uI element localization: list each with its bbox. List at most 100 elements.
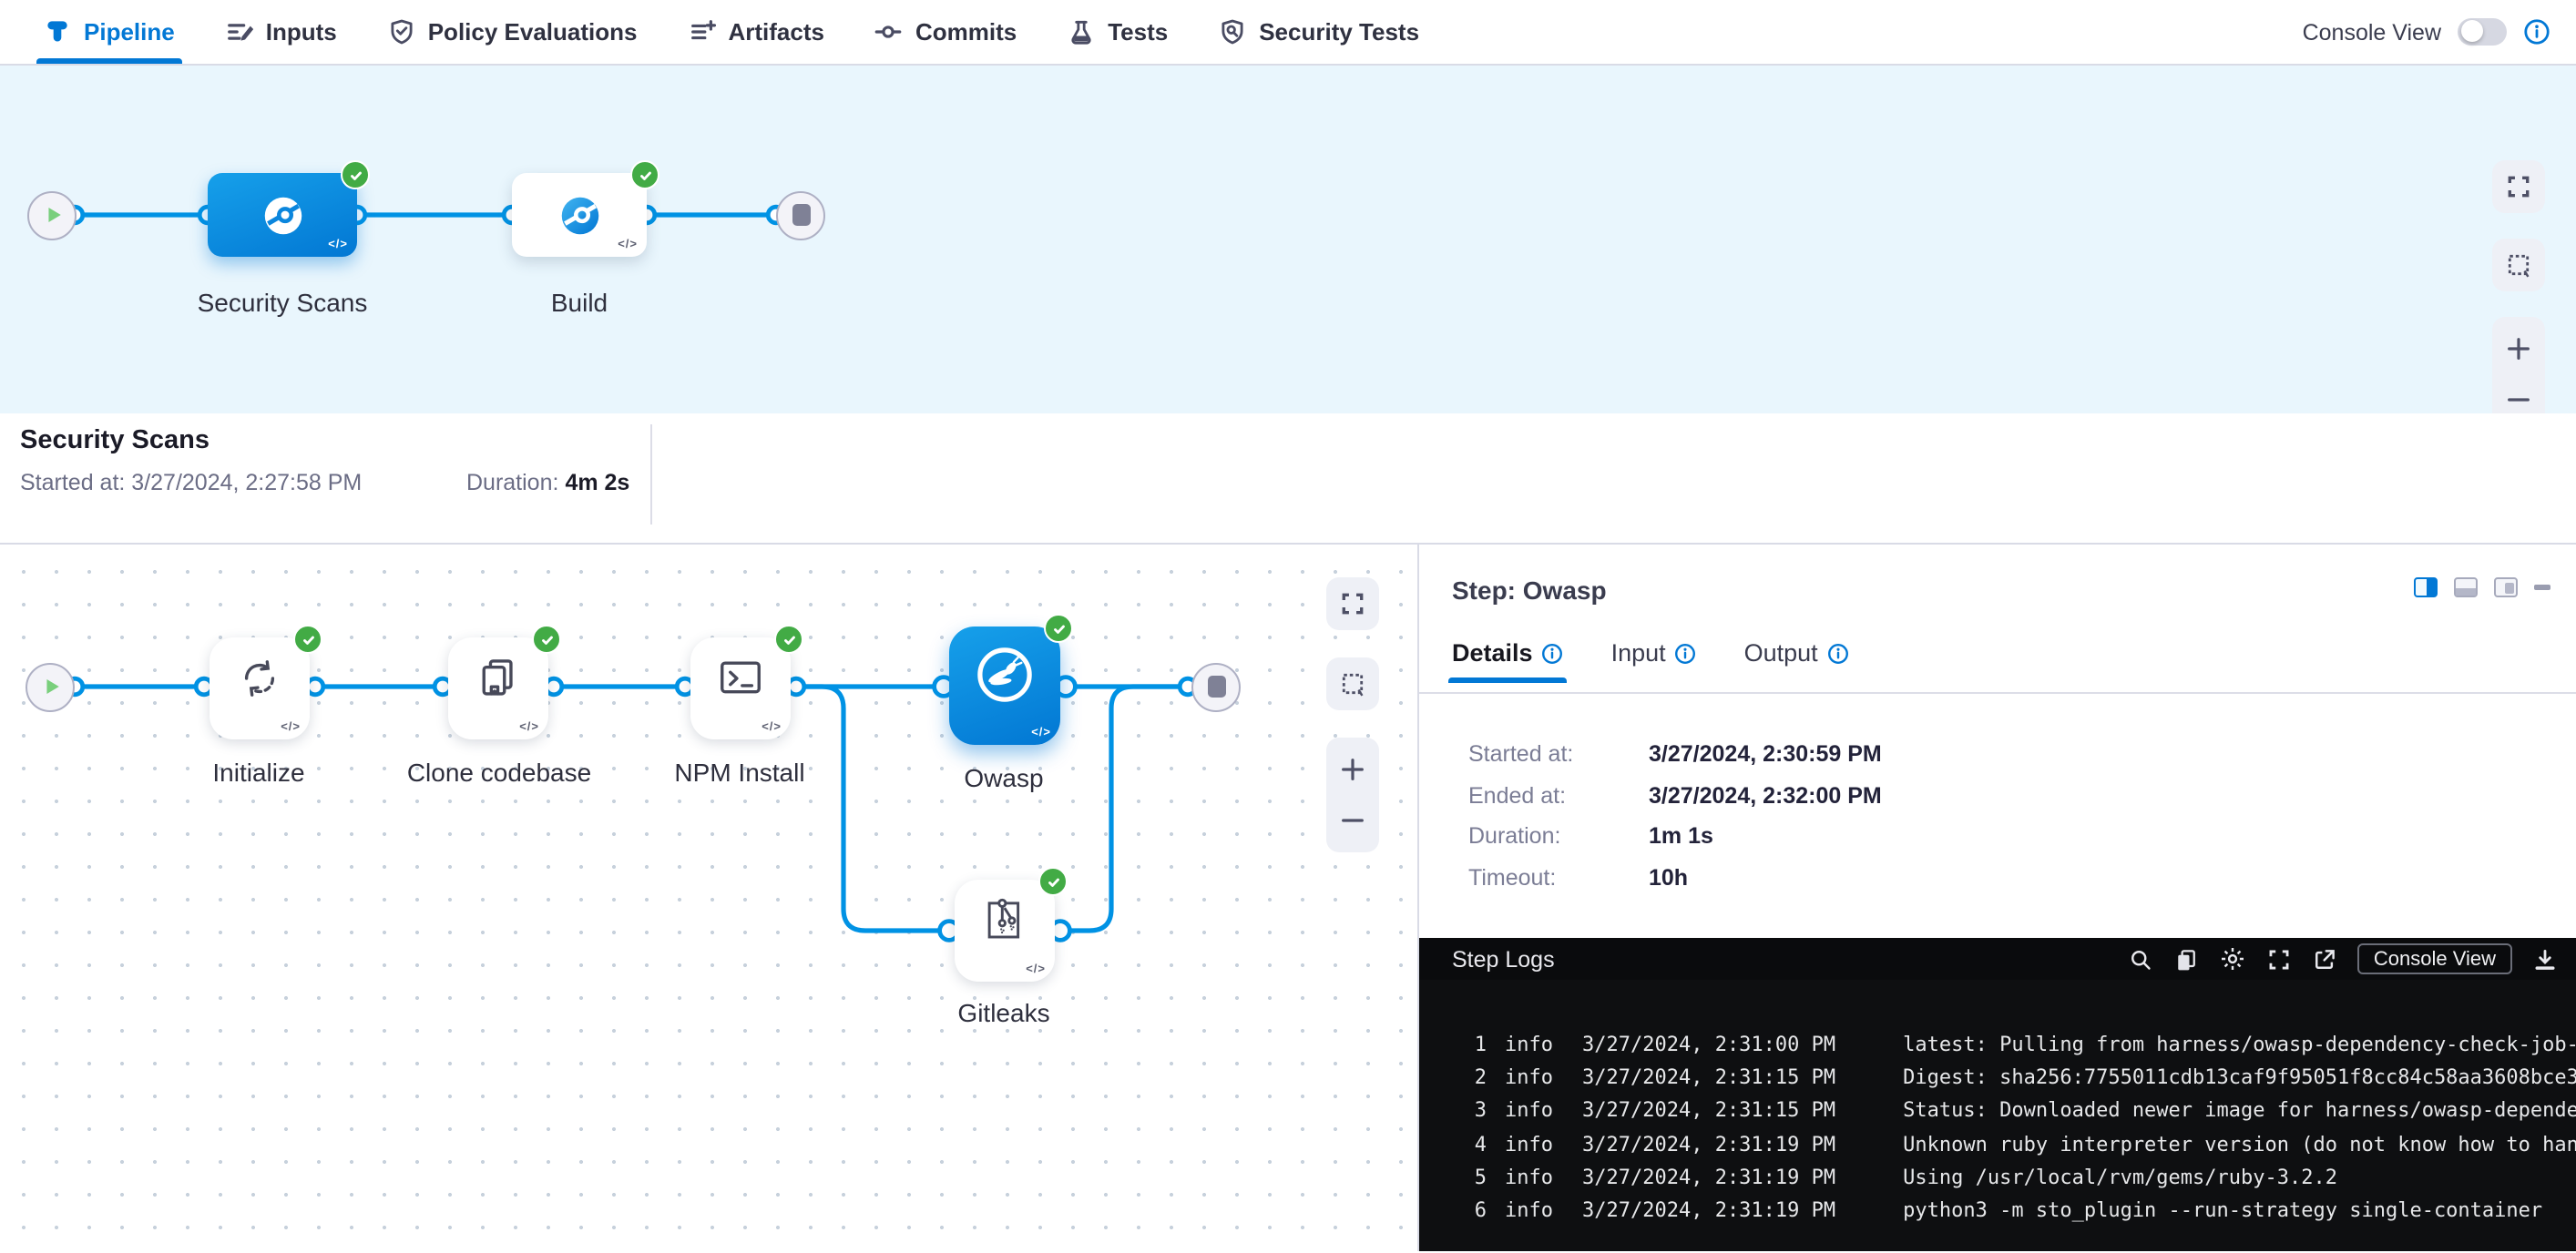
tab-tests[interactable]: Tests <box>1042 0 1193 64</box>
inputs-icon <box>226 18 253 46</box>
log-timestamp: 3/27/2024, 2:31:19 PM <box>1582 1166 1835 1189</box>
split-right-view-icon[interactable] <box>2414 577 2438 597</box>
info-icon <box>1675 642 1697 664</box>
fullscreen-icon[interactable] <box>2266 946 2292 972</box>
divider <box>1419 692 2576 694</box>
step-node-owasp[interactable]: </> <box>949 626 1060 745</box>
code-tag: </> <box>1031 727 1051 739</box>
code-tag: </> <box>762 721 782 734</box>
stage-start-node[interactable] <box>27 190 77 239</box>
download-icon[interactable] <box>2532 946 2558 972</box>
log-message: Using /usr/local/rvm/gems/ruby-3.2.2 <box>1903 1166 2337 1189</box>
log-message: Unknown ruby interpreter version (do not… <box>1903 1132 2576 1156</box>
log-level: info <box>1505 1166 1553 1189</box>
tab-commits[interactable]: Commits <box>850 0 1042 64</box>
step-label[interactable]: Clone codebase <box>407 758 591 787</box>
step-details-list: Started at: 3/27/2024, 2:30:59 PM Ended … <box>1468 734 1882 898</box>
console-view-label: Console View <box>2303 19 2441 45</box>
stage-graph-edges <box>0 66 911 413</box>
log-line: 2 info 3/27/2024, 2:31:15 PM Digest: sha… <box>1419 1061 2576 1095</box>
owasp-icon <box>973 643 1037 707</box>
tab-details[interactable]: Details <box>1452 639 1564 683</box>
fullscreen-icon <box>1339 590 1366 617</box>
step-node-gitleaks[interactable]: </> <box>955 880 1055 982</box>
marquee-icon <box>1339 670 1366 698</box>
step-logs-output[interactable]: 1 info 3/27/2024, 2:31:00 PM latest: Pul… <box>1419 980 2576 1251</box>
detail-row: Ended at: 3/27/2024, 2:32:00 PM <box>1468 775 1882 816</box>
success-badge <box>630 160 659 189</box>
stage-node-security-scans[interactable]: </> <box>208 173 357 257</box>
step-end-node[interactable] <box>1191 662 1241 711</box>
pipeline-icon <box>44 18 71 46</box>
zoom-out-icon[interactable] <box>1339 807 1366 834</box>
flask-icon <box>1068 18 1095 46</box>
copy-icon[interactable] <box>2173 946 2199 972</box>
divider <box>650 424 652 525</box>
fullscreen-button[interactable] <box>2492 160 2545 213</box>
success-badge <box>1038 867 1068 896</box>
code-tag: </> <box>519 721 539 734</box>
console-view-toggle[interactable] <box>2458 19 2507 46</box>
step-node-clone-codebase[interactable]: </> <box>448 637 548 739</box>
tab-pipeline[interactable]: Pipeline <box>0 0 200 64</box>
panel-view-controls <box>2414 577 2550 597</box>
commit-icon <box>875 18 903 46</box>
success-badge <box>774 625 803 654</box>
log-line: 4 info 3/27/2024, 2:31:19 PM Unknown rub… <box>1419 1127 2576 1161</box>
detail-value: 10h <box>1649 865 1688 891</box>
tab-security-tests[interactable]: Security Tests <box>1193 0 1445 64</box>
tab-input[interactable]: Input <box>1611 639 1697 683</box>
zoom-in-icon[interactable] <box>2505 335 2532 362</box>
tab-inputs[interactable]: Inputs <box>200 0 363 64</box>
tab-policy-evaluations[interactable]: Policy Evaluations <box>363 0 663 64</box>
step-node-initialize[interactable]: </> <box>210 637 310 739</box>
marquee-select-button[interactable] <box>1326 657 1379 710</box>
tab-output[interactable]: Output <box>1744 639 1849 683</box>
step-label[interactable]: Initialize <box>212 758 304 787</box>
step-label[interactable]: NPM Install <box>674 758 804 787</box>
minimize-icon[interactable] <box>2534 586 2550 589</box>
stage-duration: Duration: 4m 2s <box>466 470 629 495</box>
step-label[interactable]: Gitleaks <box>957 998 1049 1027</box>
log-message: latest: Pulling from harness/owasp-depen… <box>1903 1032 2576 1055</box>
step-start-node[interactable] <box>26 662 75 711</box>
stage-graph-canvas[interactable]: </> Security Scans </> Build <box>0 66 2576 413</box>
info-icon[interactable] <box>2523 18 2550 46</box>
log-line: 6 info 3/27/2024, 2:31:19 PM python3 -m … <box>1419 1194 2576 1228</box>
fullscreen-button[interactable] <box>1326 577 1379 630</box>
settings-gear-icon[interactable] <box>2219 945 2246 973</box>
log-line-number: 1 <box>1452 1032 1487 1055</box>
zoom-controls <box>2492 317 2545 413</box>
panel-tabs: Details Input Output <box>1452 639 1849 683</box>
detail-row: Started at: 3/27/2024, 2:30:59 PM <box>1468 734 1882 775</box>
search-icon[interactable] <box>2128 946 2153 972</box>
nav-label: Tests <box>1108 18 1168 46</box>
tab-artifacts[interactable]: Artifacts <box>662 0 850 64</box>
step-node-npm-install[interactable]: </> <box>690 637 791 739</box>
play-icon <box>37 674 63 699</box>
zoom-controls <box>1326 738 1379 852</box>
log-message: Status: Downloaded newer image for harne… <box>1903 1098 2576 1122</box>
zoom-in-icon[interactable] <box>1339 756 1366 783</box>
stage-label[interactable]: Security Scans <box>198 288 368 317</box>
step-graph-canvas[interactable]: </> Initialize </> Clone codebase <box>0 545 1419 1251</box>
detail-label: Timeout: <box>1468 865 1649 891</box>
detail-label: Started at: <box>1468 742 1649 768</box>
marquee-select-button[interactable] <box>2492 239 2545 291</box>
step-detail-panel: Step: Owasp Details Input Output <box>1419 545 2576 1251</box>
console-view-button[interactable]: Console View <box>2357 943 2512 974</box>
log-message: python3 -m sto_plugin --run-strategy sin… <box>1903 1198 2542 1222</box>
log-line-number: 6 <box>1452 1198 1487 1222</box>
nav-label: Commits <box>915 18 1017 46</box>
split-bottom-view-icon[interactable] <box>2454 577 2478 597</box>
stage-label[interactable]: Build <box>551 288 608 317</box>
stage-end-node[interactable] <box>776 190 825 239</box>
tab-label: Input <box>1611 639 1666 667</box>
zoom-out-icon[interactable] <box>2505 386 2532 413</box>
log-timestamp: 3/27/2024, 2:31:19 PM <box>1582 1198 1835 1222</box>
success-badge <box>532 625 561 654</box>
open-in-new-icon[interactable] <box>2312 946 2337 972</box>
stage-node-build[interactable]: </> <box>512 173 647 257</box>
floating-view-icon[interactable] <box>2494 577 2518 597</box>
step-label[interactable]: Owasp <box>964 763 1043 792</box>
